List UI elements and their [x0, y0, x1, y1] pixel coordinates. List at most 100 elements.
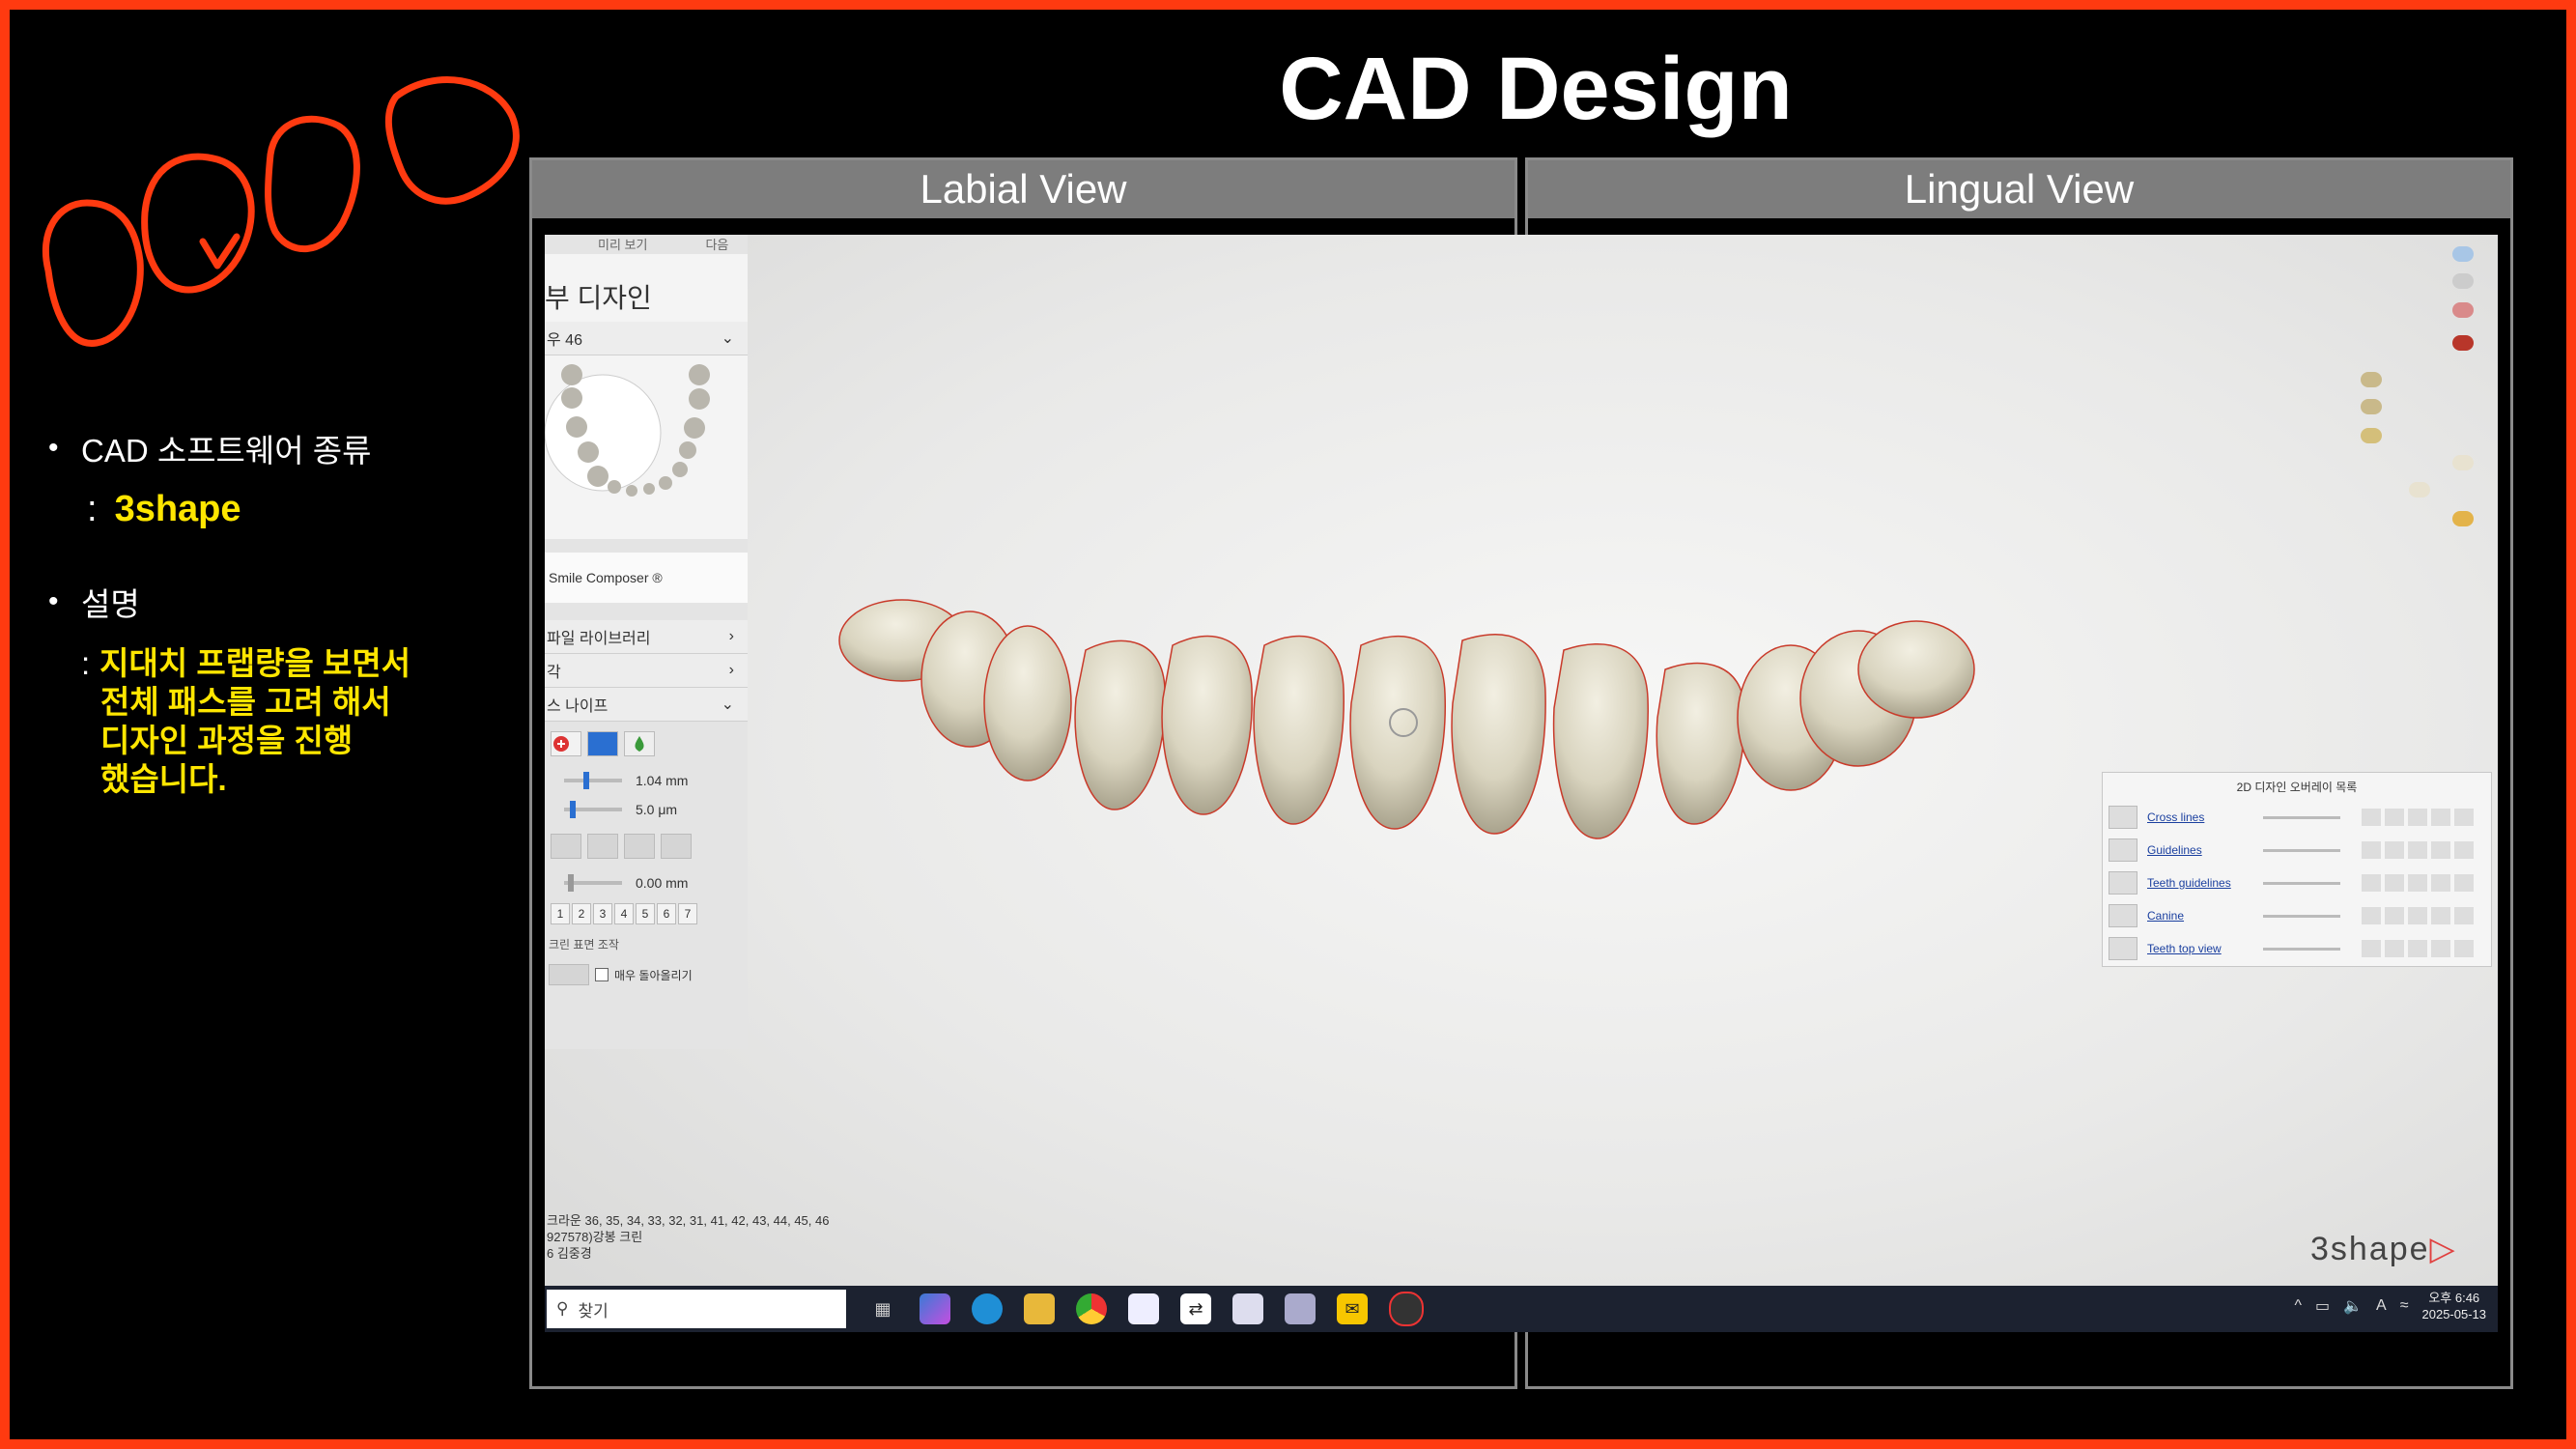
overlay-row[interactable]: Teeth guidelines [2103, 867, 2491, 899]
slider-offset-value: 0.00 mm [636, 875, 689, 891]
wifi-icon[interactable]: ≈ [2400, 1297, 2409, 1315]
overlay-row-label[interactable]: Teeth top view [2147, 942, 2253, 955]
tooth-icon[interactable] [2361, 399, 2382, 414]
slider-size-value: 1.04 mm [636, 773, 689, 788]
overlay-row-label[interactable]: Teeth guidelines [2147, 876, 2253, 890]
brush-tool-icon[interactable] [549, 964, 589, 985]
network-icon[interactable]: ▭ [2315, 1296, 2330, 1316]
overlay-row[interactable]: Guidelines [2103, 834, 2491, 867]
add-material-icon[interactable] [551, 731, 581, 756]
file-explorer-icon[interactable] [1024, 1293, 1055, 1324]
smooth-tool-icon[interactable] [587, 731, 618, 756]
implant-icon[interactable] [2361, 428, 2382, 443]
menu-item[interactable]: 각 › [545, 654, 748, 688]
overlay-row-label[interactable]: Guidelines [2147, 843, 2253, 857]
app3-icon[interactable] [1285, 1293, 1316, 1324]
arch-preview[interactable] [545, 355, 748, 539]
number-button[interactable]: 3 [593, 903, 612, 924]
slider-track[interactable] [564, 874, 622, 892]
overlay-row-label[interactable]: Cross lines [2147, 810, 2253, 824]
case-info-line: 6 김중경 [547, 1246, 592, 1261]
scissors-icon[interactable] [2452, 302, 2474, 318]
case-info-line: 크라운 36, 35, 34, 33, 32, 31, 41, 42, 43, … [547, 1213, 830, 1228]
edge-icon[interactable] [972, 1293, 1003, 1324]
number-button[interactable]: 7 [678, 903, 697, 924]
checkbox[interactable] [595, 968, 609, 981]
chevron-up-icon[interactable]: ^ [2294, 1297, 2302, 1315]
slider-track[interactable] [564, 801, 622, 818]
taskbar-search[interactable]: ⚲ 찾기 [547, 1290, 846, 1328]
slide-title: CAD Design [1279, 40, 1793, 138]
3shape-icon[interactable] [1389, 1292, 1424, 1326]
guidelines-icon [2109, 838, 2137, 862]
remote-icon[interactable]: ⇄ [1180, 1293, 1211, 1324]
overlay-row[interactable]: Canine [2103, 899, 2491, 932]
taskbar-clock[interactable]: 오후 6:46 2025-05-13 [2422, 1290, 2487, 1322]
opacity-slider[interactable] [2263, 881, 2340, 885]
chevron-down-icon: ⌄ [721, 696, 734, 713]
teeth-guidelines-icon [2109, 871, 2137, 895]
crown-gold-icon[interactable] [2452, 511, 2474, 526]
software-label: CAD 소프트웨어 종류 [81, 433, 372, 469]
opacity-slider[interactable] [2263, 947, 2340, 951]
ime-indicator[interactable]: A [2376, 1297, 2387, 1315]
slider-strength-value: 5.0 μm [636, 802, 678, 817]
overlay-row-label[interactable]: Canine [2147, 909, 2253, 923]
speaker-icon[interactable]: 🔈 [2343, 1296, 2363, 1316]
tab-next[interactable]: 다음 [705, 235, 728, 254]
slider-size[interactable]: 1.04 mm [545, 766, 748, 795]
colon: : [87, 489, 98, 529]
labial-view-title: Labial View [532, 160, 1514, 218]
logo-triangle-icon: ▷ [2429, 1231, 2457, 1267]
wax-drop-icon[interactable] [624, 731, 655, 756]
tooth-select[interactable]: 우 46 ⌄ [545, 322, 748, 355]
overlay-row[interactable]: Cross lines [2103, 801, 2491, 834]
kakaotalk-icon[interactable]: ✉ [1337, 1293, 1368, 1324]
slider-strength[interactable]: 5.0 μm [545, 795, 748, 824]
task-view-icon[interactable]: ▦ [867, 1293, 898, 1324]
app2-icon[interactable] [1232, 1293, 1263, 1324]
number-button[interactable]: 1 [551, 903, 570, 924]
windows-taskbar: ⚲ 찾기 ▦ ⇄ ✉ ^ ▭ 🔈 A ≈ 오후 6:46 2025-05-13 [545, 1286, 2498, 1332]
slider-thumb[interactable] [570, 801, 576, 818]
slider-offset[interactable]: 0.00 mm [545, 868, 748, 897]
slider-thumb[interactable] [568, 874, 574, 892]
crown-base-icon[interactable] [661, 834, 692, 859]
number-button[interactable]: 2 [572, 903, 591, 924]
menu-knife[interactable]: 스 나이프 ⌄ [545, 688, 748, 722]
opacity-slider[interactable] [2263, 848, 2340, 852]
crown-icon[interactable] [2452, 455, 2474, 470]
number-button[interactable]: 4 [614, 903, 634, 924]
opacity-slider[interactable] [2263, 914, 2340, 918]
chrome-icon[interactable] [1076, 1293, 1107, 1324]
crown-outline-icon[interactable] [587, 834, 618, 859]
smile-composer-button[interactable]: Smile Composer ® [545, 553, 748, 603]
teeth-bridge-model [838, 599, 1975, 839]
menu-library-label: 파일 라이브러리 [547, 631, 651, 647]
slider-thumb[interactable] [583, 772, 589, 789]
copilot-icon[interactable] [920, 1293, 950, 1324]
number-button[interactable]: 5 [636, 903, 655, 924]
crown-icon[interactable] [551, 834, 581, 859]
bullet-dot: • [48, 585, 59, 617]
app-icon[interactable] [1128, 1293, 1159, 1324]
clock-time: 오후 6:46 [2428, 1291, 2480, 1305]
crown-cut-icon[interactable] [624, 834, 655, 859]
crown-icon[interactable] [2409, 482, 2430, 497]
tooth-icon[interactable] [2361, 372, 2382, 387]
tool-row [545, 722, 748, 766]
search-icon: ⚲ [556, 1299, 569, 1318]
number-button[interactable]: 6 [657, 903, 676, 924]
toggle-icon[interactable] [2452, 246, 2474, 262]
menu-library[interactable]: 파일 라이브러리 › [545, 620, 748, 654]
gum-icon[interactable] [2452, 335, 2474, 351]
tab-preview[interactable]: 미리 보기 [598, 235, 647, 254]
number-buttons: 1 2 3 4 5 6 7 [545, 897, 748, 930]
arch-diagram [545, 364, 710, 497]
slider-track[interactable] [564, 772, 622, 789]
toggle-icon[interactable] [2452, 273, 2474, 289]
overlay-title: 2D 디자인 오버레이 목록 [2236, 781, 2358, 794]
chevron-right-icon: › [728, 662, 734, 678]
opacity-slider[interactable] [2263, 815, 2340, 819]
overlay-row[interactable]: Teeth top view [2103, 932, 2491, 965]
